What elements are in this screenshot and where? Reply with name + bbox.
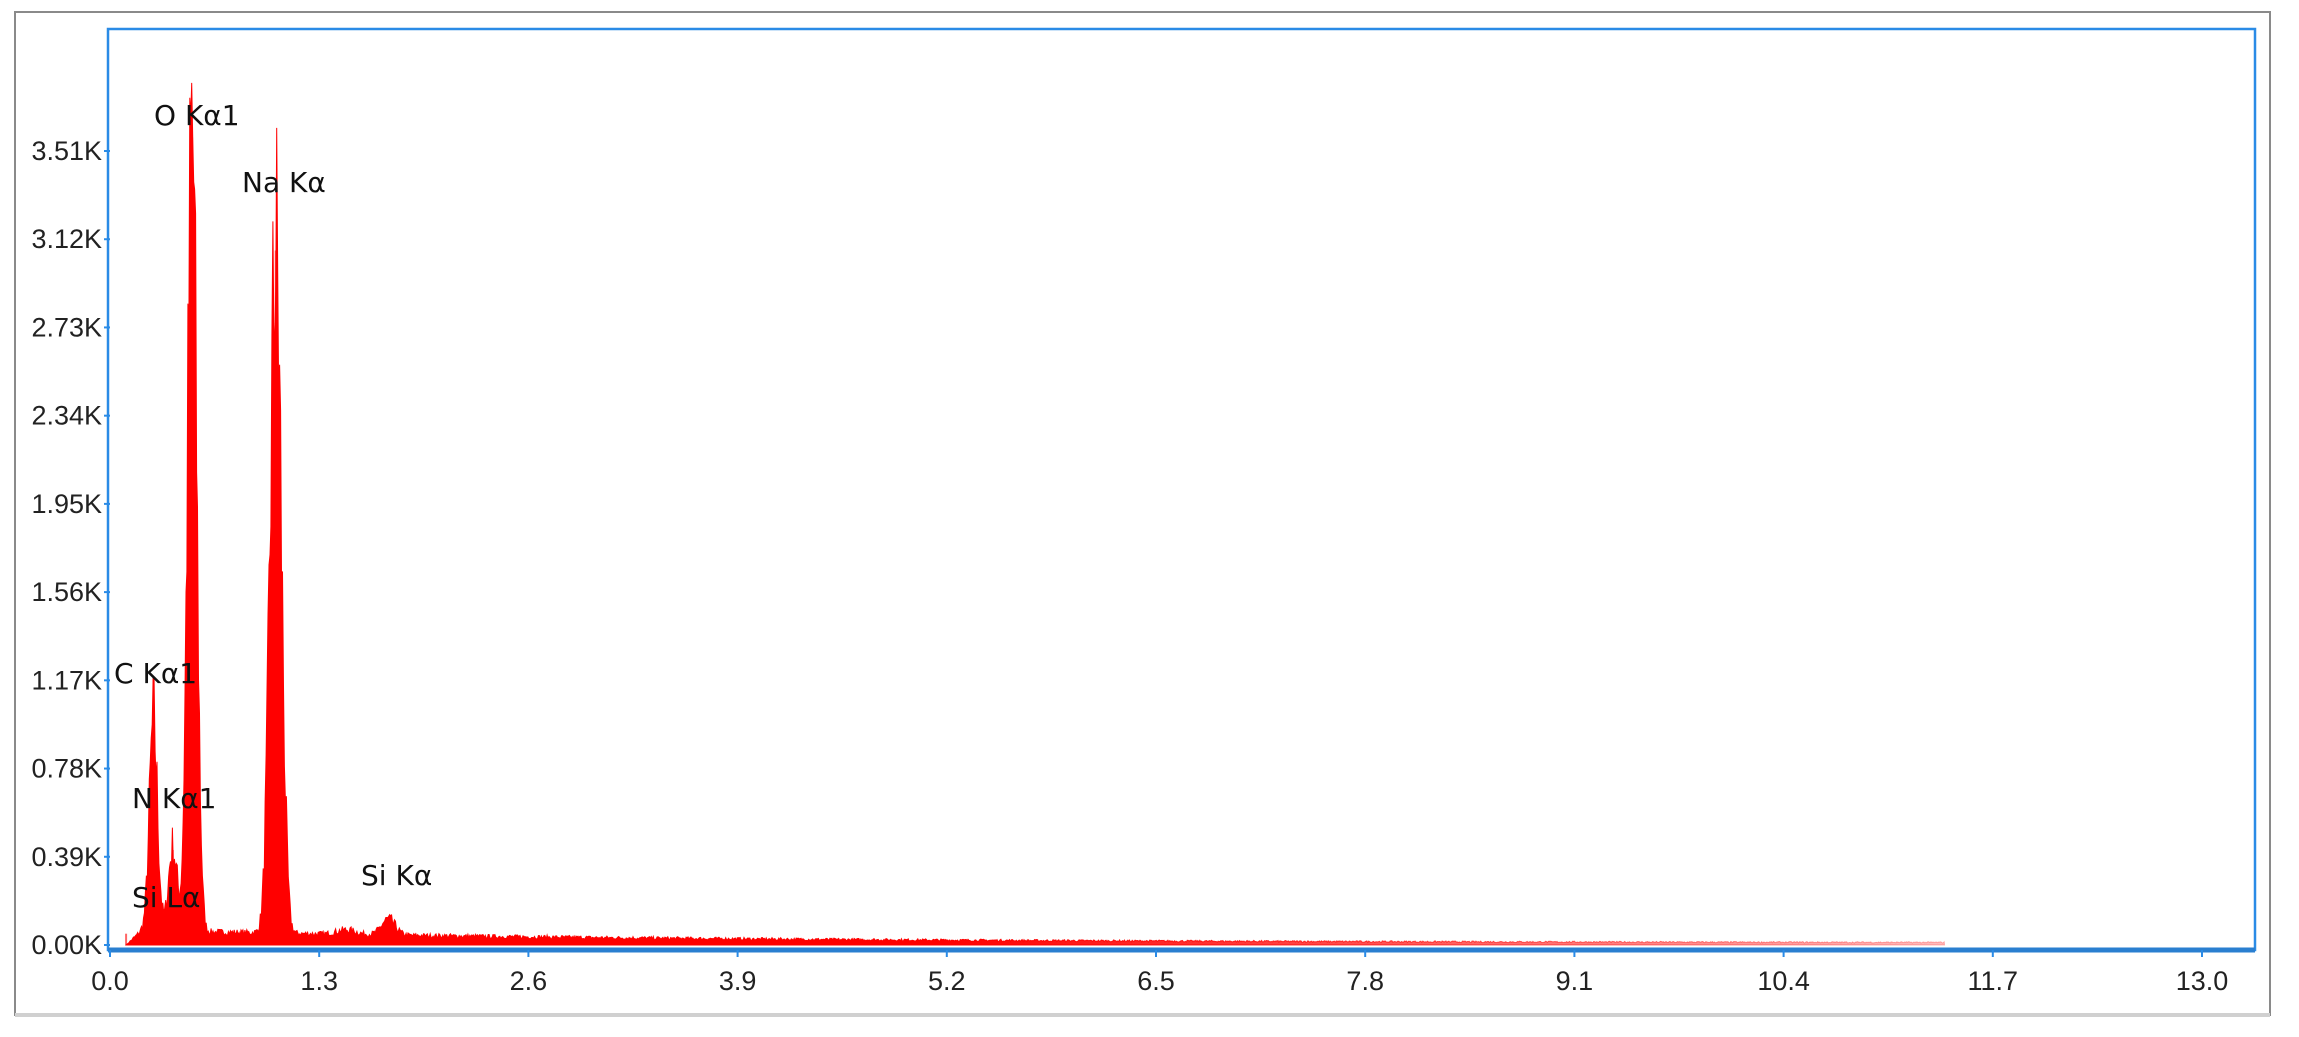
x-tick-label: 10.4 (1757, 966, 1810, 996)
peak-label: Na Kα (242, 166, 326, 199)
y-tick-label: 3.12K (31, 224, 102, 254)
y-tick-label: 3.51K (31, 136, 102, 166)
peak-label: Si Kα (361, 859, 432, 892)
peak-label: C Kα1 (114, 657, 197, 690)
x-tick-label: 3.9 (719, 966, 757, 996)
x-tick-label: 9.1 (1556, 966, 1594, 996)
y-tick-label: 2.34K (31, 401, 102, 431)
x-tick-label: 11.7 (1968, 966, 2019, 996)
y-tick-label: 0.78K (31, 754, 102, 784)
x-tick-label: 2.6 (510, 966, 548, 996)
eds-spectrum-chart: 0.00K 0.39K 0.78K 1.17K 1.56K 1.95K 2.34K 2.73K… (14, 11, 2271, 1017)
y-tick-label: 0.00K (31, 930, 102, 960)
y-tick-label: 1.95K (31, 489, 102, 519)
x-tick-label: 1.3 (300, 966, 338, 996)
x-tick-label: 5.2 (928, 966, 966, 996)
x-tick-label: 0.0 (91, 966, 129, 996)
x-tick-label: 7.8 (1346, 966, 1384, 996)
outer-frame (14, 11, 2271, 1016)
y-tick-label: 0.39K (31, 842, 102, 872)
y-tick-label: 1.17K (31, 665, 102, 695)
outer-frame-shadow (15, 1013, 2270, 1017)
peak-label: Si Lα (132, 881, 201, 914)
y-tick-label: 1.56K (31, 577, 102, 607)
y-tick-label: 2.73K (31, 312, 102, 342)
x-tick-label: 6.5 (1137, 966, 1175, 996)
peak-label: N Kα1 (132, 782, 216, 815)
peak-label: O Kα1 (154, 99, 240, 132)
x-tick-label: 13.0 (2176, 966, 2229, 996)
